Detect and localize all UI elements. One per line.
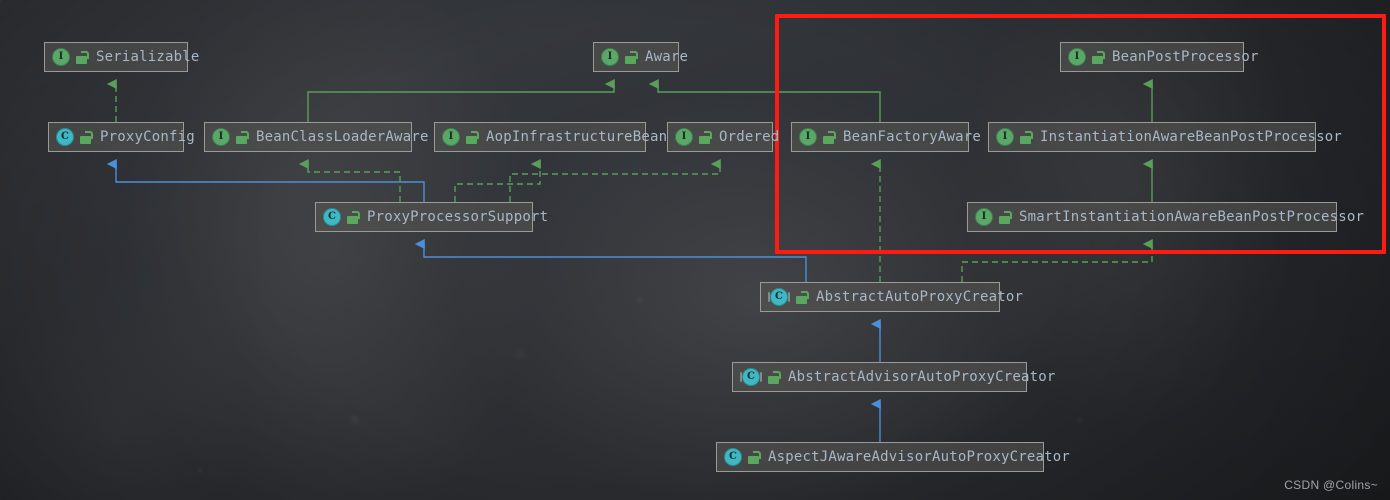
class-node-label: AspectJAwareAdvisorAutoProxyCreator: [768, 449, 1071, 465]
interface-icon: I: [601, 48, 619, 66]
visibility-lock-icon: [236, 130, 249, 144]
visibility-lock-icon: [466, 130, 479, 144]
class-node-label: BeanClassLoaderAware: [256, 129, 429, 145]
visibility-lock-icon: [1020, 130, 1033, 144]
class-node-label: AbstractAutoProxyCreator: [816, 289, 1024, 305]
class-node-abstractautoproxy[interactable]: C AbstractAutoProxyCreator: [760, 282, 1023, 312]
class-node-ordered[interactable]: I Ordered: [667, 122, 779, 152]
visibility-lock-icon: [625, 50, 638, 64]
edge-proxyprocessorsupport-implements-ordered: [509, 159, 721, 202]
class-node-label: Aware: [645, 49, 689, 65]
class-node-aspectjaware[interactable]: C AspectJAwareAdvisorAutoProxyCreator: [716, 442, 1070, 472]
visibility-lock-icon: [347, 210, 360, 224]
class-node-serializable[interactable]: I Serializable: [44, 42, 199, 72]
class-icon: C: [724, 448, 742, 466]
interface-icon: I: [52, 48, 70, 66]
edge-proxyprocessorsupport-extends-proxyconfig: [106, 159, 425, 202]
class-node-label: AopInfrastructureBean: [486, 129, 668, 145]
visibility-lock-icon: [76, 50, 89, 64]
class-node-beanclassloaderaware[interactable]: I BeanClassLoaderAware: [204, 122, 428, 152]
edge-abstractautoproxy-extends-proxyprocessorsupport: [414, 239, 807, 282]
class-node-beanpostprocessor[interactable]: I BeanPostProcessor: [1060, 42, 1259, 72]
class-icon: C: [56, 128, 74, 146]
interface-icon: I: [675, 128, 693, 146]
interface-icon: I: [442, 128, 460, 146]
class-node-aware[interactable]: I Aware: [593, 42, 688, 72]
interface-icon: I: [996, 128, 1014, 146]
class-node-smartinstantiation[interactable]: I SmartInstantiationAwareBeanPostProcesso…: [967, 202, 1364, 232]
class-node-aopinfrastructurebean[interactable]: I AopInfrastructureBean: [434, 122, 667, 152]
edge-beanclassloaderaware-extends-aware: [307, 79, 615, 122]
class-node-proxyconfig[interactable]: C ProxyConfig: [48, 122, 195, 152]
visibility-lock-icon: [999, 210, 1012, 224]
watermark-text: CSDN @Colins~: [1284, 478, 1378, 492]
visibility-lock-icon: [796, 290, 809, 304]
class-icon: C: [323, 208, 341, 226]
edge-proxyprocessorsupport-implements-aopinfrastructurebean: [454, 159, 541, 202]
class-node-label: ProxyConfig: [100, 129, 195, 145]
interface-icon: I: [212, 128, 230, 146]
edge-proxyprocessorsupport-implements-beanclassloaderaware: [298, 159, 401, 202]
class-node-label: BeanPostProcessor: [1112, 49, 1259, 65]
class-node-beanfactoryaware[interactable]: I BeanFactoryAware: [791, 122, 981, 152]
visibility-lock-icon: [1092, 50, 1105, 64]
visibility-lock-icon: [823, 130, 836, 144]
class-node-instantiationaware[interactable]: I InstantiationAwareBeanPostProcessor: [988, 122, 1342, 152]
class-node-label: BeanFactoryAware: [843, 129, 982, 145]
class-node-proxyprocessorsupport[interactable]: C ProxyProcessorSupport: [315, 202, 548, 232]
visibility-lock-icon: [748, 450, 761, 464]
diagram-canvas: I Serializable I Aware I BeanPostProcessor C Pr…: [0, 0, 1390, 500]
visibility-lock-icon: [699, 130, 712, 144]
abstract-class-icon: C: [768, 288, 790, 306]
visibility-lock-icon: [80, 130, 93, 144]
abstract-class-icon: C: [740, 368, 762, 386]
class-node-label: ProxyProcessorSupport: [367, 209, 549, 225]
class-node-label: InstantiationAwareBeanPostProcessor: [1040, 129, 1343, 145]
class-node-label: AbstractAdvisorAutoProxyCreator: [788, 369, 1056, 385]
class-node-abstractadvisorauto[interactable]: C AbstractAdvisorAutoProxyCreator: [732, 362, 1055, 392]
interface-icon: I: [799, 128, 817, 146]
class-node-label: Serializable: [96, 49, 200, 65]
class-node-label: SmartInstantiationAwareBeanPostProcessor: [1019, 209, 1365, 225]
interface-icon: I: [975, 208, 993, 226]
interface-icon: I: [1068, 48, 1086, 66]
visibility-lock-icon: [768, 370, 781, 384]
class-node-label: Ordered: [719, 129, 780, 145]
